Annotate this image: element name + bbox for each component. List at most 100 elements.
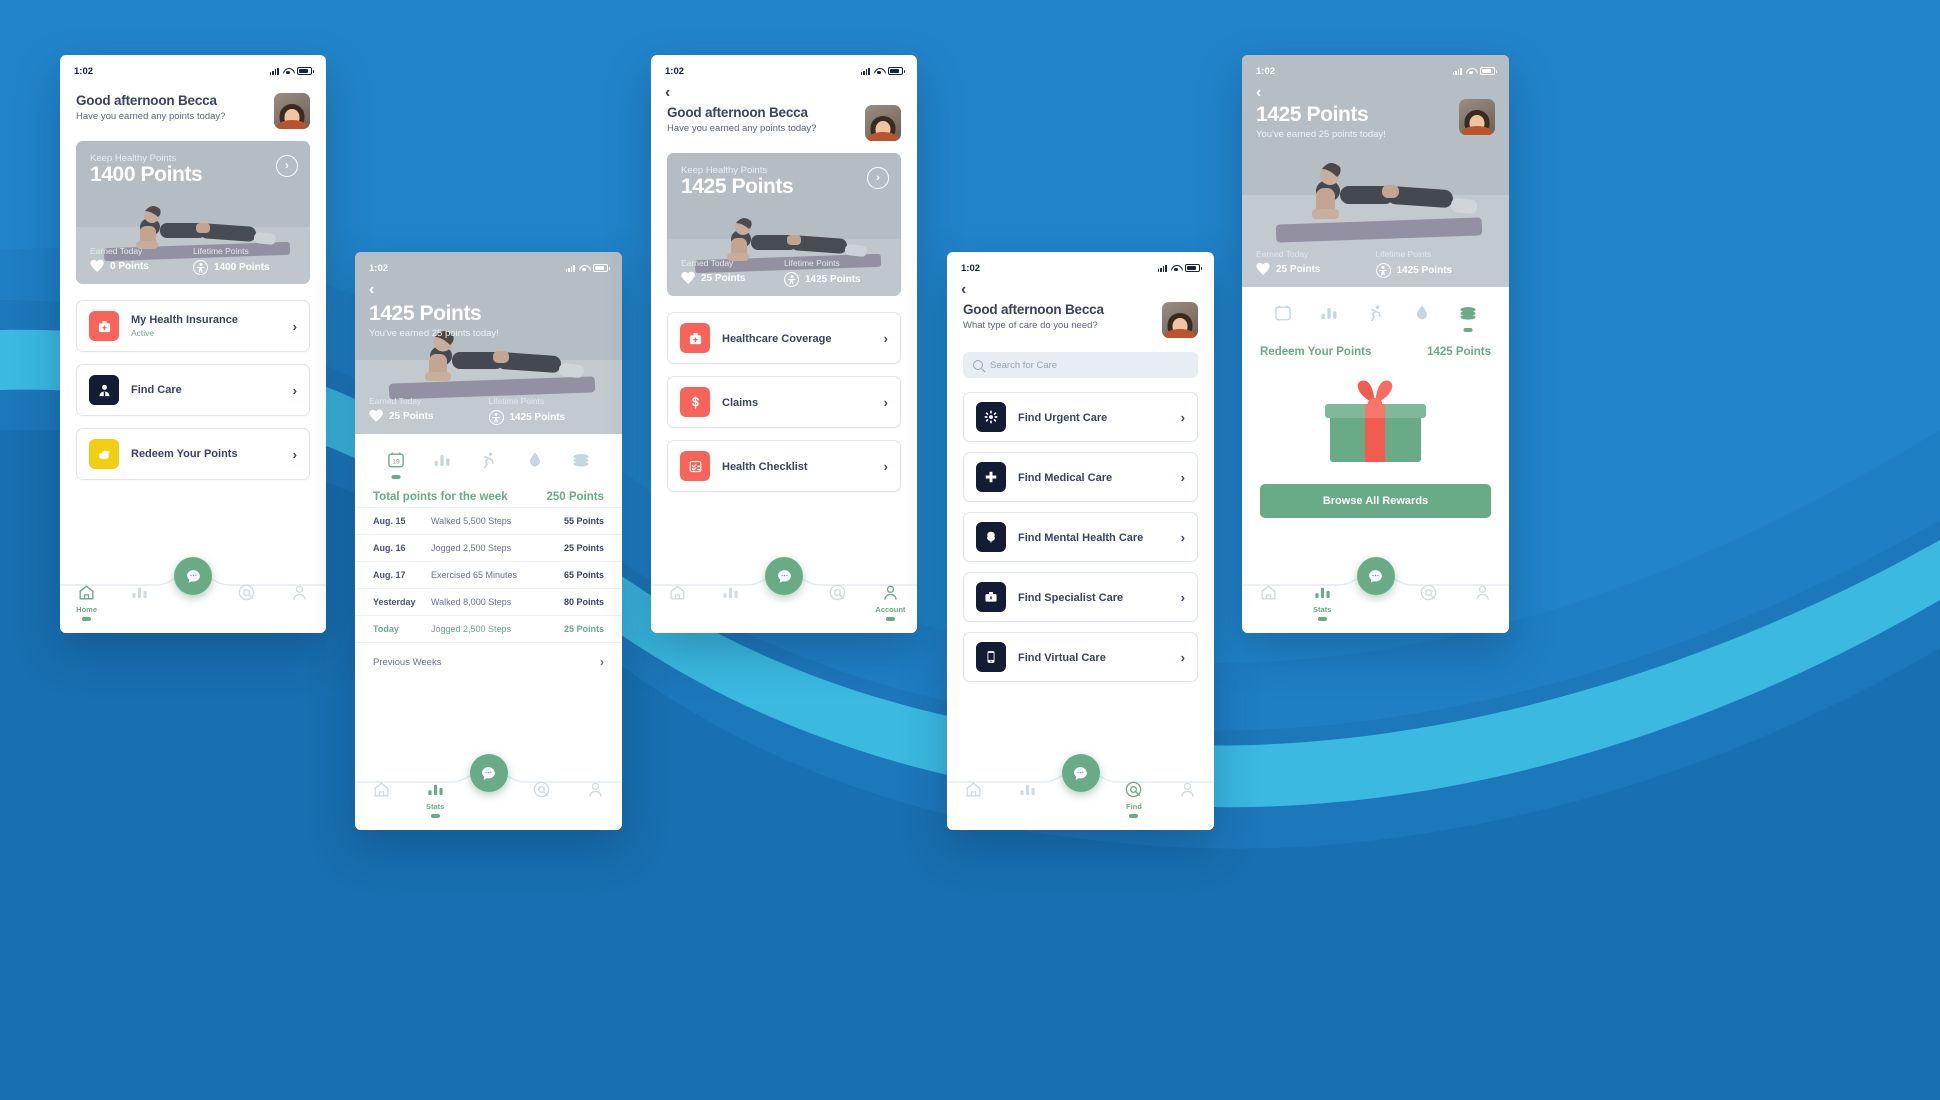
- total-value: 250 Points: [546, 491, 604, 503]
- nav-item-stats[interactable]: Stats: [408, 776, 461, 818]
- card-claims[interactable]: Claims ›: [667, 376, 901, 428]
- points-hero-card[interactable]: Keep Healthy Points 1400 Points › Earned…: [76, 141, 310, 284]
- card-healthcare-coverage[interactable]: Healthcare Coverage ›: [667, 312, 901, 364]
- points-hero-card[interactable]: Keep Healthy Points 1425 Points › Earned…: [667, 153, 901, 296]
- bottom-nav: Find: [947, 754, 1214, 830]
- tab-calendar[interactable]: 19: [383, 447, 409, 479]
- status-time: 1:02: [1256, 65, 1276, 77]
- tab-coins-stack[interactable]: [1455, 300, 1481, 332]
- briefcase-icon: [976, 582, 1006, 612]
- tab-bar-chart[interactable]: [1316, 300, 1342, 326]
- list-item-find-specialist-care[interactable]: Find Specialist Care ›: [963, 572, 1198, 622]
- nav-item-find[interactable]: Find: [1107, 776, 1160, 818]
- battery-icon: [593, 264, 610, 272]
- card-my-health-insurance[interactable]: My Health Insurance Active ›: [76, 300, 310, 352]
- tab-bar-chart[interactable]: [429, 447, 455, 473]
- nav-item-home[interactable]: Home: [60, 579, 113, 621]
- accessibility-icon: [1375, 263, 1391, 278]
- chat-fab-button[interactable]: [765, 557, 803, 595]
- redeem-label: Redeem Your Points: [1260, 346, 1372, 358]
- earned-today-value: 25 Points: [1276, 264, 1321, 275]
- lifetime-points-stat: Lifetime Points 1425 Points: [488, 392, 609, 434]
- tab-running[interactable]: [1362, 300, 1388, 326]
- phone-screen-rewards: 1:02 ‹ 1425 Points You've earned 25 poin…: [1242, 55, 1509, 633]
- redeem-header-row: Redeem Your Points 1425 Points: [1242, 334, 1509, 360]
- nav-item-account[interactable]: Account: [864, 579, 917, 621]
- row-date: Today: [373, 624, 399, 634]
- chat-fab-button[interactable]: [469, 754, 508, 792]
- phone-screen-find-care: 1:02 ‹ Good afternoon Becca What type of…: [947, 252, 1214, 830]
- nav-item-find[interactable]: [515, 776, 568, 799]
- list-item-find-urgent-care[interactable]: Find Urgent Care ›: [963, 392, 1198, 442]
- lifetime-value: 1425 Points: [509, 412, 566, 423]
- hero-arrow-button[interactable]: ›: [867, 167, 889, 189]
- chevron-right-icon: ›: [1180, 409, 1185, 425]
- nav-item-home[interactable]: [651, 579, 704, 602]
- table-row[interactable]: Aug. 16 Jogged 2,500 Steps 25 Points: [355, 534, 622, 561]
- chevron-right-icon: ›: [292, 446, 297, 462]
- nav-item-stats[interactable]: [1000, 776, 1053, 799]
- first-aid-kit-icon: [89, 311, 119, 341]
- card-health-checklist[interactable]: Health Checklist ›: [667, 440, 901, 492]
- row-points: 65 Points: [563, 570, 604, 580]
- earned-today-stat: Earned Today 25 Points: [1256, 245, 1376, 287]
- phone-screen-stats: 1:02 ‹ 1425 Points You've earned 25 poin…: [355, 252, 622, 830]
- table-row[interactable]: Aug. 17 Exercised 65 Minutes 65 Points: [355, 561, 622, 588]
- chevron-right-icon: ›: [292, 318, 297, 334]
- avatar[interactable]: [1162, 302, 1198, 338]
- nav-item-home[interactable]: [947, 776, 1000, 799]
- card-find-care[interactable]: Find Care ›: [76, 364, 310, 416]
- nav-item-stats[interactable]: [113, 579, 166, 602]
- back-button[interactable]: ‹: [651, 81, 917, 101]
- earned-today-stat: Earned Today 25 Points: [681, 254, 784, 296]
- table-row[interactable]: Aug. 15 Walked 5,500 Steps 55 Points: [355, 507, 622, 534]
- page-title: Good afternoon Becca: [667, 105, 808, 120]
- avatar[interactable]: [865, 105, 901, 141]
- browse-all-rewards-button[interactable]: Browse All Rewards: [1260, 484, 1491, 518]
- chevron-right-icon: ›: [1180, 649, 1185, 665]
- hero-arrow-button[interactable]: ›: [276, 155, 298, 177]
- tab-water-drop[interactable]: [1409, 300, 1435, 326]
- card-redeem-your-points[interactable]: Redeem Your Points ›: [76, 428, 310, 480]
- back-button[interactable]: ‹: [355, 278, 622, 298]
- chat-fab-button[interactable]: [174, 557, 212, 595]
- table-row[interactable]: Today Jogged 2,500 Steps 25 Points: [355, 615, 622, 642]
- battery-icon: [888, 67, 905, 75]
- previous-weeks-row[interactable]: Previous Weeks ›: [355, 642, 622, 681]
- row-activity: Exercised 65 Minutes: [431, 570, 518, 580]
- list-item-find-mental-health-care[interactable]: Find Mental Health Care ›: [963, 512, 1198, 562]
- tab-calendar[interactable]: [1270, 300, 1296, 326]
- nav-item-find[interactable]: [811, 579, 864, 602]
- tab-coins-stack[interactable]: [568, 447, 594, 473]
- list-item-find-medical-care[interactable]: Find Medical Care ›: [963, 452, 1198, 502]
- table-row[interactable]: Yesterday Walked 8,000 Steps 80 Points: [355, 588, 622, 615]
- nav-item-home[interactable]: [355, 776, 408, 799]
- hero-stats-row: Earned Today 25 Points Lifetime Points 1…: [355, 392, 622, 434]
- signal-icon: [269, 67, 279, 75]
- avatar[interactable]: [1459, 99, 1495, 135]
- tab-running[interactable]: [475, 447, 501, 473]
- row-date: Yesterday: [373, 597, 416, 607]
- back-button[interactable]: ‹: [947, 278, 1214, 298]
- status-icons: [1452, 67, 1497, 75]
- nav-item-account[interactable]: [1161, 776, 1214, 799]
- bottom-nav: Home: [60, 557, 326, 633]
- avatar[interactable]: [274, 93, 310, 129]
- nav-item-home[interactable]: [1242, 579, 1295, 602]
- search-input[interactable]: Search for Care: [963, 352, 1198, 378]
- nav-item-account[interactable]: [1456, 579, 1509, 602]
- nav-item-account[interactable]: [569, 776, 622, 799]
- nav-item-stats[interactable]: Stats: [1295, 579, 1348, 621]
- nav-item-find[interactable]: [1402, 579, 1455, 602]
- nav-label: Account: [875, 605, 906, 614]
- tab-water-drop[interactable]: [522, 447, 548, 473]
- nav-item-account[interactable]: [273, 579, 326, 602]
- chat-fab-button[interactable]: [1061, 754, 1100, 792]
- back-button[interactable]: ‹: [1242, 81, 1509, 101]
- calendar-icon: 19: [388, 452, 404, 468]
- chat-fab-button[interactable]: [1356, 557, 1395, 595]
- list-item-find-virtual-care[interactable]: Find Virtual Care ›: [963, 632, 1198, 682]
- nav-item-stats[interactable]: [704, 579, 757, 602]
- nav-item-find[interactable]: [220, 579, 273, 602]
- row-points: 80 Points: [563, 597, 604, 607]
